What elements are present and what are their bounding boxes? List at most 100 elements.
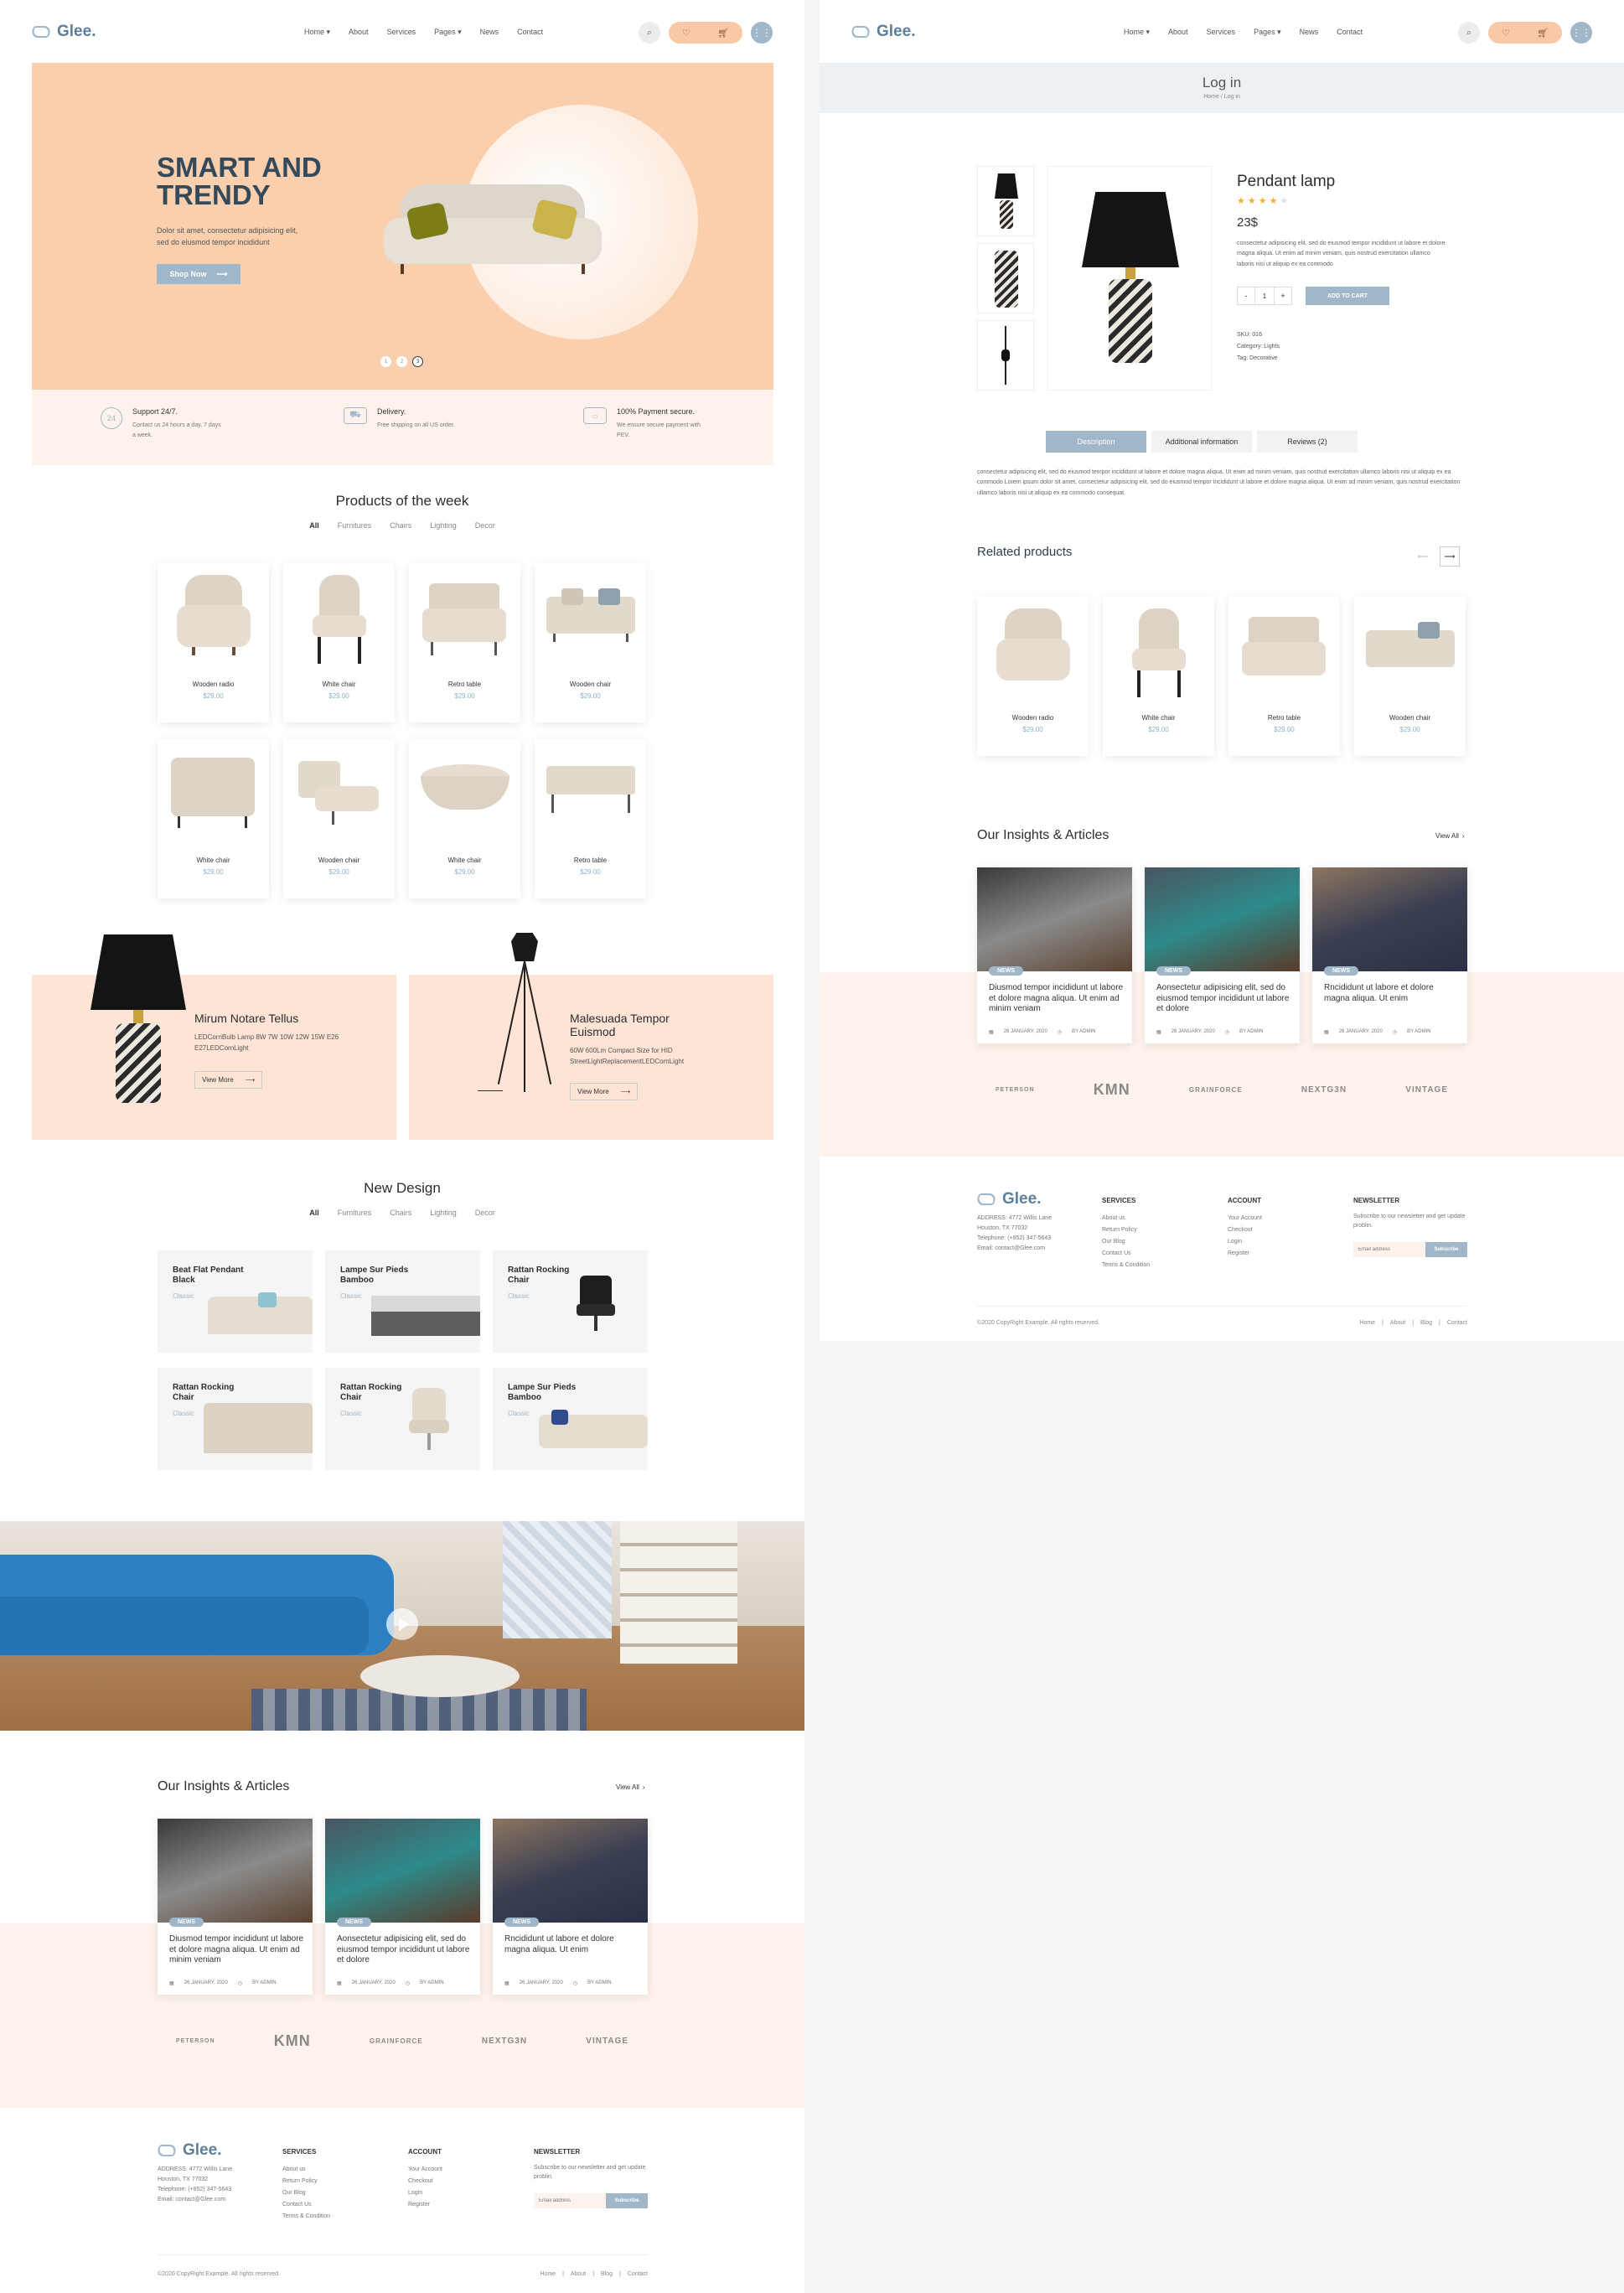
heart-icon[interactable]: ♡ [682,28,690,39]
qty-value[interactable]: 1 [1255,287,1274,305]
menu-grid-icon[interactable]: ⋮⋮ [1570,22,1592,44]
article-card[interactable]: NEWS Diusmod tempor incididunt ut labore… [158,1819,313,1995]
design-card[interactable]: Lampe Sur Pieds Bamboo Classic [493,1368,648,1470]
design-name[interactable]: Lampe Sur Pieds Bamboo [508,1383,592,1403]
add-to-cart-button[interactable]: ADD TO CART [1306,287,1389,305]
product-name[interactable]: Wooden radio [158,681,269,688]
menu-grid-icon[interactable]: ⋮⋮ [751,22,773,44]
product-name[interactable]: Retro table [409,681,520,688]
filter-all[interactable]: All [309,1209,319,1217]
nav-home[interactable]: Home ▾ [1124,28,1150,37]
shop-now-button[interactable]: Shop Now ⟶ [157,264,240,284]
product-tag[interactable]: Tag: Decorative [1237,353,1280,365]
footer-link[interactable]: Login [1228,1236,1262,1248]
footer-link[interactable]: Register [1228,1248,1262,1260]
cart-icon[interactable]: 🛒︎ [1537,28,1549,39]
promo-view-more-1[interactable]: View More ⟶ [194,1071,263,1089]
footer-link[interactable]: Register [408,2199,442,2211]
promo-view-more-2[interactable]: View More ⟶ [570,1083,639,1100]
article-card[interactable]: NEWS Rncididunt ut labore et dolore magn… [493,1819,648,1995]
search-icon[interactable]: ⌕ [639,22,660,44]
footer-contact-link[interactable]: Contact [628,2271,648,2277]
design-card[interactable]: Rattan Rocking Chair Classic [158,1368,313,1470]
footer-about-link[interactable]: About [571,2271,586,2277]
article-card[interactable]: NEWS Aonsectetur adipisicing elit, sed d… [325,1819,480,1995]
design-card[interactable]: Rattan Rocking Chair Classic [493,1250,648,1353]
nav-news[interactable]: News [480,28,499,37]
product-name[interactable]: White chair [158,857,269,864]
product-card[interactable]: Wooden chair $29.00 [283,739,395,898]
design-name[interactable]: Beat Flat Pendant Black [173,1266,256,1286]
design-name[interactable]: Lampe Sur Pieds Bamboo [340,1266,424,1286]
tab-reviews[interactable]: Reviews (2) [1257,431,1358,453]
footer-link[interactable]: Terms & Condition [282,2211,330,2223]
footer-link[interactable]: Contact Us [1102,1248,1150,1260]
product-name[interactable]: Wooden radio [977,714,1089,722]
product-name[interactable]: Wooden chair [283,857,395,864]
article-title[interactable]: Rncididunt ut labore et dolore magna ali… [1324,983,1459,1004]
article-card[interactable]: NEWS Rncididunt ut labore et dolore magn… [1312,867,1467,1043]
site-logo[interactable]: Glee. [849,23,915,41]
filter-lighting[interactable]: Lighting [430,1209,457,1217]
article-title[interactable]: Diusmod tempor incididunt ut labore et d… [169,1934,304,1966]
footer-link[interactable]: Your Account [408,2164,442,2176]
newsletter-email-input[interactable] [534,2193,606,2208]
hero-dot-1[interactable]: 1 [380,356,391,367]
heart-icon[interactable]: ♡ [1502,28,1510,39]
nav-pages[interactable]: Pages ▾ [434,28,462,37]
product-name[interactable]: Retro table [535,857,646,864]
nav-services[interactable]: Services [1207,28,1236,37]
nav-pages[interactable]: Pages ▾ [1254,28,1281,37]
article-title[interactable]: Rncididunt ut labore et dolore magna ali… [504,1934,639,1955]
filter-furnitures[interactable]: Furnitures [338,1209,372,1217]
design-name[interactable]: Rattan Rocking Chair [173,1383,256,1403]
nav-about[interactable]: About [349,28,369,37]
play-button[interactable] [386,1608,418,1640]
footer-blog-link[interactable]: Blog [1420,1320,1432,1326]
footer-link[interactable]: About us [282,2164,330,2176]
article-card[interactable]: NEWS Diusmod tempor incididunt ut labore… [977,867,1132,1043]
thumbnail-1[interactable] [977,166,1034,236]
design-card[interactable]: Lampe Sur Pieds Bamboo Classic [325,1250,480,1353]
footer-blog-link[interactable]: Blog [601,2271,613,2277]
qty-decrease-button[interactable]: - [1237,287,1255,305]
filter-decor[interactable]: Decor [475,521,495,530]
product-name[interactable]: White chair [283,681,395,688]
article-title[interactable]: Diusmod tempor incididunt ut labore et d… [989,983,1124,1015]
footer-contact-link[interactable]: Contact [1447,1320,1467,1326]
filter-all[interactable]: All [309,521,319,530]
search-icon[interactable]: ⌕ [1458,22,1480,44]
nav-news[interactable]: News [1300,28,1319,37]
product-card[interactable]: Retro table $29.00 [535,739,646,898]
product-card[interactable]: White chair $29.00 [158,739,269,898]
thumbnail-2[interactable] [977,243,1034,313]
tab-additional-information[interactable]: Additional information [1151,431,1252,453]
footer-home-link[interactable]: Home [1359,1320,1375,1326]
related-card[interactable]: Wooden radio $29.00 [977,597,1089,756]
cart-icon[interactable]: 🛒︎ [717,28,729,39]
related-prev-button[interactable]: ⟵ [1413,546,1433,567]
footer-link[interactable]: Return Policy [282,2176,330,2187]
nav-services[interactable]: Services [387,28,416,37]
thumbnail-3[interactable] [977,320,1034,391]
product-name[interactable]: Wooden chair [535,681,646,688]
product-card[interactable]: Wooden radio $29.00 [158,563,269,722]
cart-wishlist-pill[interactable]: ♡ 🛒︎ [1488,22,1562,44]
view-all-link[interactable]: View All › [616,1783,645,1791]
footer-about-link[interactable]: About [1390,1320,1405,1326]
subscribe-button[interactable]: Subscribe [606,2193,648,2208]
footer-link[interactable]: Terms & Condition [1102,1260,1150,1271]
article-title[interactable]: Aonsectetur adipisicing elit, sed do eiu… [337,1934,472,1966]
nav-contact[interactable]: Contact [1337,28,1363,37]
footer-link[interactable]: Your Account [1228,1213,1262,1224]
filter-lighting[interactable]: Lighting [430,521,457,530]
product-category[interactable]: Category: Lights [1237,341,1280,353]
footer-logo[interactable]: Glee. [155,2141,221,2160]
footer-link[interactable]: Checkout [1228,1224,1262,1236]
newsletter-email-input[interactable] [1353,1242,1425,1257]
product-name[interactable]: White chair [409,857,520,864]
site-logo[interactable]: Glee. [29,23,96,41]
cart-wishlist-pill[interactable]: ♡ 🛒︎ [669,22,742,44]
related-next-button[interactable]: ⟶ [1440,546,1460,567]
product-name[interactable]: Wooden chair [1354,714,1466,722]
